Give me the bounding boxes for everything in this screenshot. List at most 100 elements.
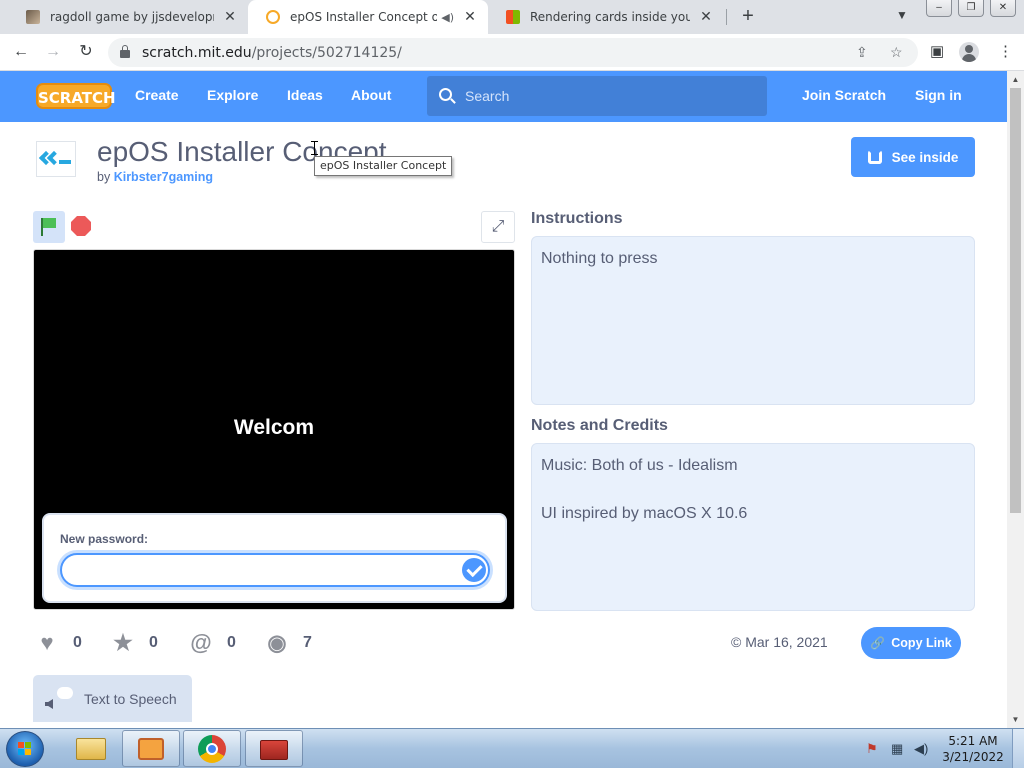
side-panel-icon[interactable]: ▣ [930, 42, 944, 60]
start-button[interactable] [6, 731, 44, 767]
see-inside-icon [867, 150, 882, 164]
author-avatar[interactable] [36, 141, 76, 177]
favorite-stat[interactable]: ★ 0 [111, 630, 158, 656]
green-flag-button[interactable] [33, 211, 65, 243]
microsoft-favicon-icon [506, 10, 520, 24]
screen: ragdoll game by jjsdevelopments ✕ epOS I… [0, 0, 1024, 768]
green-flag-icon [41, 218, 56, 236]
clock-date: 3/21/2022 [942, 750, 1004, 764]
author-link[interactable]: Kirbster7gaming [114, 170, 213, 184]
project-author-line: by Kirbster7gaming [97, 170, 214, 184]
scratch-logo[interactable]: SCRATCH [36, 83, 116, 109]
ask-prompt: New password: [42, 513, 507, 603]
views-count: 7 [303, 634, 312, 651]
title-tooltip: epOS Installer Concept [314, 156, 453, 176]
toolbox-taskbar-button[interactable] [245, 730, 303, 767]
search-input[interactable]: Search [427, 76, 767, 116]
toolbox-icon [260, 740, 288, 760]
nav-ideas[interactable]: Ideas [287, 87, 323, 103]
eye-icon: ◉ [267, 630, 287, 655]
windows-taskbar: ⚑ ▦ ◀) 5:21 AM 3/21/2022 [0, 728, 1024, 768]
restore-button[interactable]: ❐ [958, 0, 984, 17]
tab-title: Rendering cards inside your app [530, 10, 690, 24]
notes-box: Music: Both of us - Idealism UI inspired… [531, 443, 975, 611]
submit-check-icon[interactable] [462, 558, 486, 582]
tab-ragdoll[interactable]: ragdoll game by jjsdevelopments ✕ [8, 0, 248, 34]
show-desktop-button[interactable] [1012, 729, 1024, 768]
tab-epos[interactable]: epOS Installer Concept on Scratch ◀) ✕ [248, 0, 488, 34]
media-player-taskbar-button[interactable] [122, 730, 180, 767]
media-player-icon [138, 738, 164, 760]
url-text[interactable]: scratch.mit.edu/projects/502714125/ [142, 45, 402, 61]
chrome-icon [198, 735, 226, 763]
notes-line: UI inspired by macOS X 10.6 [541, 505, 748, 522]
favorite-count: 0 [149, 634, 158, 651]
tab-search-chevron-icon[interactable]: ▼ [896, 8, 908, 22]
see-inside-button[interactable]: See inside [851, 137, 975, 177]
instructions-heading: Instructions [531, 210, 623, 227]
notes-line: Music: Both of us - Idealism [541, 457, 738, 474]
clock-time: 5:21 AM [948, 734, 998, 748]
tab-close-icon[interactable]: ✕ [698, 9, 714, 25]
password-input[interactable] [60, 553, 490, 587]
love-count: 0 [73, 634, 82, 651]
share-icon[interactable]: ⇪ [856, 44, 868, 61]
link-icon: 🔗 [870, 636, 886, 650]
instructions-box: Nothing to press [531, 236, 975, 405]
copy-link-button[interactable]: 🔗 Copy Link [861, 627, 961, 659]
system-clock[interactable]: 5:21 AM 3/21/2022 [938, 733, 1008, 765]
copy-link-label: Copy Link [891, 636, 952, 650]
explorer-taskbar-button[interactable] [62, 730, 120, 767]
text-to-speech-label: Text to Speech [84, 691, 177, 707]
tab-separator [726, 9, 727, 25]
scratch-favicon-icon [266, 10, 280, 24]
text-cursor-icon [311, 141, 318, 155]
scroll-down-arrow-icon[interactable]: ▼ [1007, 711, 1024, 728]
tab-close-icon[interactable]: ✕ [222, 9, 238, 25]
volume-icon[interactable]: ◀) [914, 741, 928, 757]
browser-toolbar: ← → ↻ scratch.mit.edu/projects/502714125… [0, 34, 1024, 71]
scratch-navbar: SCRATCH Create Explore Ideas About Searc… [0, 71, 1007, 122]
page-scrollbar[interactable]: ▲ ▼ [1007, 71, 1024, 728]
project-stage[interactable]: Welcom New password: [33, 249, 515, 610]
join-scratch-link[interactable]: Join Scratch [802, 87, 886, 103]
love-stat[interactable]: ♥ 0 [35, 630, 82, 656]
tab-title: ragdoll game by jjsdevelopments [50, 10, 214, 24]
nav-explore[interactable]: Explore [207, 87, 258, 103]
network-icon[interactable]: ▦ [891, 741, 903, 757]
sign-in-link[interactable]: Sign in [915, 87, 962, 103]
new-tab-icon[interactable]: + [736, 5, 760, 29]
search-icon [439, 88, 452, 101]
tab-rendering-cards[interactable]: Rendering cards inside your app ✕ [488, 0, 724, 34]
tab-favicon-icon [26, 10, 40, 24]
scroll-up-arrow-icon[interactable]: ▲ [1007, 71, 1024, 88]
close-window-button[interactable]: ✕ [990, 0, 1016, 17]
remix-swirl-icon: @ [190, 630, 212, 655]
reload-icon[interactable]: ↻ [75, 41, 97, 63]
tab-title: epOS Installer Concept on Scratch [290, 10, 438, 24]
heart-icon: ♥ [40, 630, 54, 655]
nav-create[interactable]: Create [135, 87, 179, 103]
scrollbar-thumb[interactable] [1010, 88, 1021, 513]
forward-arrow-icon[interactable]: → [42, 41, 64, 63]
menu-kebab-icon[interactable]: ⋮ [998, 42, 1013, 60]
minimize-button[interactable]: ‒ [926, 0, 952, 17]
text-to-speech-icon [45, 687, 73, 711]
folder-icon [76, 738, 106, 760]
chrome-taskbar-button[interactable] [183, 730, 241, 767]
windows-logo-icon [18, 742, 32, 756]
stop-button[interactable] [71, 216, 91, 236]
back-arrow-icon[interactable]: ← [10, 41, 32, 63]
notes-heading: Notes and Credits [531, 417, 668, 434]
text-to-speech-extension[interactable]: Text to Speech [33, 675, 192, 722]
lock-icon [120, 45, 130, 59]
tab-audio-icon[interactable]: ◀) [441, 11, 454, 24]
action-center-flag-icon[interactable]: ⚑ [866, 741, 878, 757]
bookmark-star-icon[interactable]: ☆ [890, 44, 903, 61]
nav-about[interactable]: About [351, 87, 391, 103]
tab-close-icon[interactable]: ✕ [462, 9, 478, 25]
profile-avatar-icon[interactable] [959, 42, 979, 62]
remix-stat: @0 [189, 630, 236, 656]
fullscreen-button[interactable]: ⤢ [481, 211, 515, 243]
address-bar[interactable]: scratch.mit.edu/projects/502714125/ ⇪ ☆ [108, 38, 918, 67]
